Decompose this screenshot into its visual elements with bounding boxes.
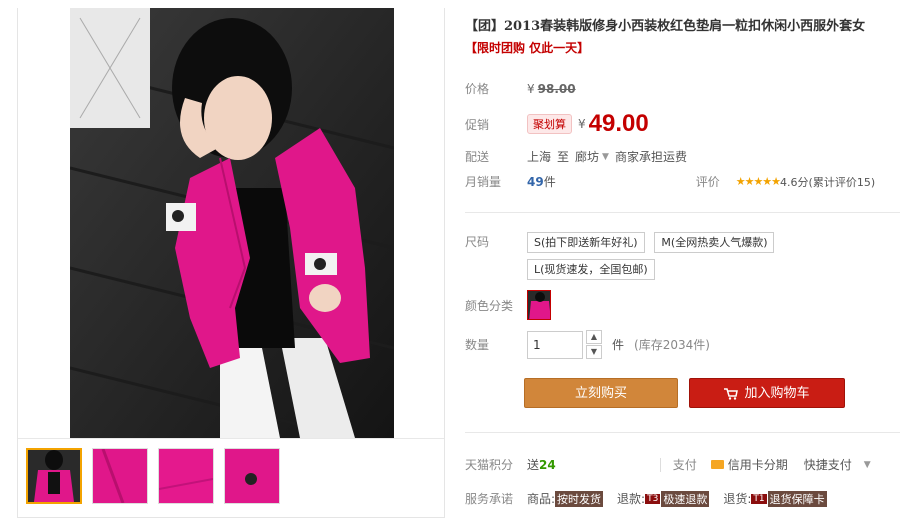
payment-label: 支付 [672,458,697,472]
ship-to-word: 至 [557,150,570,164]
size-options: S(拍下即送新年好礼) M(全网热卖人气爆款) L(现货速发，全国包邮) [527,232,857,280]
quick-pay-link[interactable]: 快捷支付 [804,456,852,473]
quantity-row: 数量 1 ▲ ▼ 件 (库存2034件) [465,330,710,359]
color-swatch-pink[interactable] [527,290,551,320]
original-price-label: 价格 [465,82,490,96]
add-to-cart-label: 加入购物车 [744,386,810,401]
buy-now-button[interactable]: 立刻购买 [524,378,678,408]
quantity-stepper: ▲ ▼ [586,330,602,359]
size-label: 尺码 [465,235,490,249]
color-row: 颜色分类 [465,290,551,320]
shipping-label: 配送 [465,150,490,164]
ship-from: 上海 [527,150,552,164]
promo-price-label: 促销 [465,117,490,132]
thumbnail-image [28,450,80,502]
card-installment-link[interactable]: 信用卡分期 [728,456,788,473]
goods-label: 商品: [527,492,556,506]
return-tag-code: T1 [751,493,767,504]
quantity-label: 数量 [465,338,490,352]
chevron-down-icon[interactable]: ▼ [864,460,871,470]
color-label: 颜色分类 [465,298,514,313]
sales-row: 月销量 49 件 评价 ★★★★★ 4.6分(累计评价15) [465,173,900,190]
promo-price: 49.00 [588,110,649,137]
service-row: 服务承诺 商品: 按时发货 退款: T3 极速退款 退货: T1 退货保障卡 [465,490,827,507]
thumbnail-1[interactable] [26,448,82,504]
return-label: 退货: [723,492,752,506]
rating-link[interactable]: 4.6分(累计评价15) [780,174,875,190]
thumbnail-image [159,449,213,503]
stock-count: (库存2034件) [634,338,710,352]
section-divider [465,212,900,213]
sales-unit: 件 [543,175,556,189]
original-price: 98.00 [537,81,576,96]
on-time-delivery-badge[interactable]: 按时发货 [555,490,604,507]
shipping-row: 配送 上海 至 廊坊 ▼ 商家承担运费 [465,148,687,165]
thumbnail-2[interactable] [92,448,148,504]
product-subtitle: 【限时团购 仅此一天】 [465,41,590,55]
quantity-unit: 件 [612,338,625,352]
add-to-cart-button[interactable]: 加入购物车 [689,378,845,408]
increment-icon[interactable]: ▲ [586,330,602,344]
main-product-image[interactable] [70,8,394,438]
original-price-row: 价格 ¥ 98.00 [465,80,576,97]
product-gallery [17,8,445,518]
size-option-s[interactable]: S(拍下即送新年好礼) [527,232,645,253]
quantity-input[interactable]: 1 [527,330,583,359]
return-guarantee-badge[interactable]: 退货保障卡 [767,490,827,507]
points-prefix: 送 [527,458,540,472]
promo-price-row: 促销 聚划算 ¥ 49.00 [465,110,649,138]
cart-icon [724,379,739,409]
thumbnail-image [225,449,279,503]
product-info-panel: 【团】2013春装韩版修身小西装枚红色垫肩一粒扣休闲小西服外套女 【限时团购 仅… [465,16,900,507]
refund-tag-code: T3 [645,493,661,504]
product-title: 【团】2013春装韩版修身小西装枚红色垫肩一粒扣休闲小西服外套女 [465,19,866,34]
currency-symbol: ¥ [578,117,586,131]
service-label: 服务承诺 [465,492,514,506]
currency-symbol: ¥ [527,81,535,96]
decrement-icon[interactable]: ▼ [586,345,602,359]
credit-card-icon [710,460,724,469]
thumbnail-image [93,449,147,503]
gallery-divider [18,438,444,439]
color-swatch-image [528,291,550,319]
thumbnail-3[interactable] [158,448,214,504]
section-divider [465,432,900,433]
refund-label: 退款: [617,492,646,506]
points-row: 天猫积分 送 24 支付 信用卡分期 快捷支付 ▼ [465,456,900,473]
rating-label: 评价 [695,175,720,189]
size-row: 尺码 S(拍下即送新年好礼) M(全网热卖人气爆款) L(现货速发，全国包邮) [465,232,857,280]
points-label: 天猫积分 [465,458,514,472]
thumbnail-strip [26,448,280,504]
product-photo-illustration [70,8,394,438]
chevron-down-icon[interactable]: ▼ [602,152,609,162]
shipping-fee: 商家承担运费 [614,150,687,164]
fast-refund-badge[interactable]: 极速退款 [661,490,710,507]
size-option-l[interactable]: L(现货速发，全国包邮) [527,259,655,280]
ship-to-selector[interactable]: 廊坊 [575,148,599,165]
sales-label: 月销量 [465,175,502,189]
thumbnail-4[interactable] [224,448,280,504]
size-option-m[interactable]: M(全网热卖人气爆款) [654,232,775,253]
separator [659,457,661,472]
star-rating-icon: ★★★★★ [735,175,781,188]
points-value: 24 [539,457,556,472]
sales-count: 49 [527,174,544,189]
promo-badge: 聚划算 [527,114,572,134]
